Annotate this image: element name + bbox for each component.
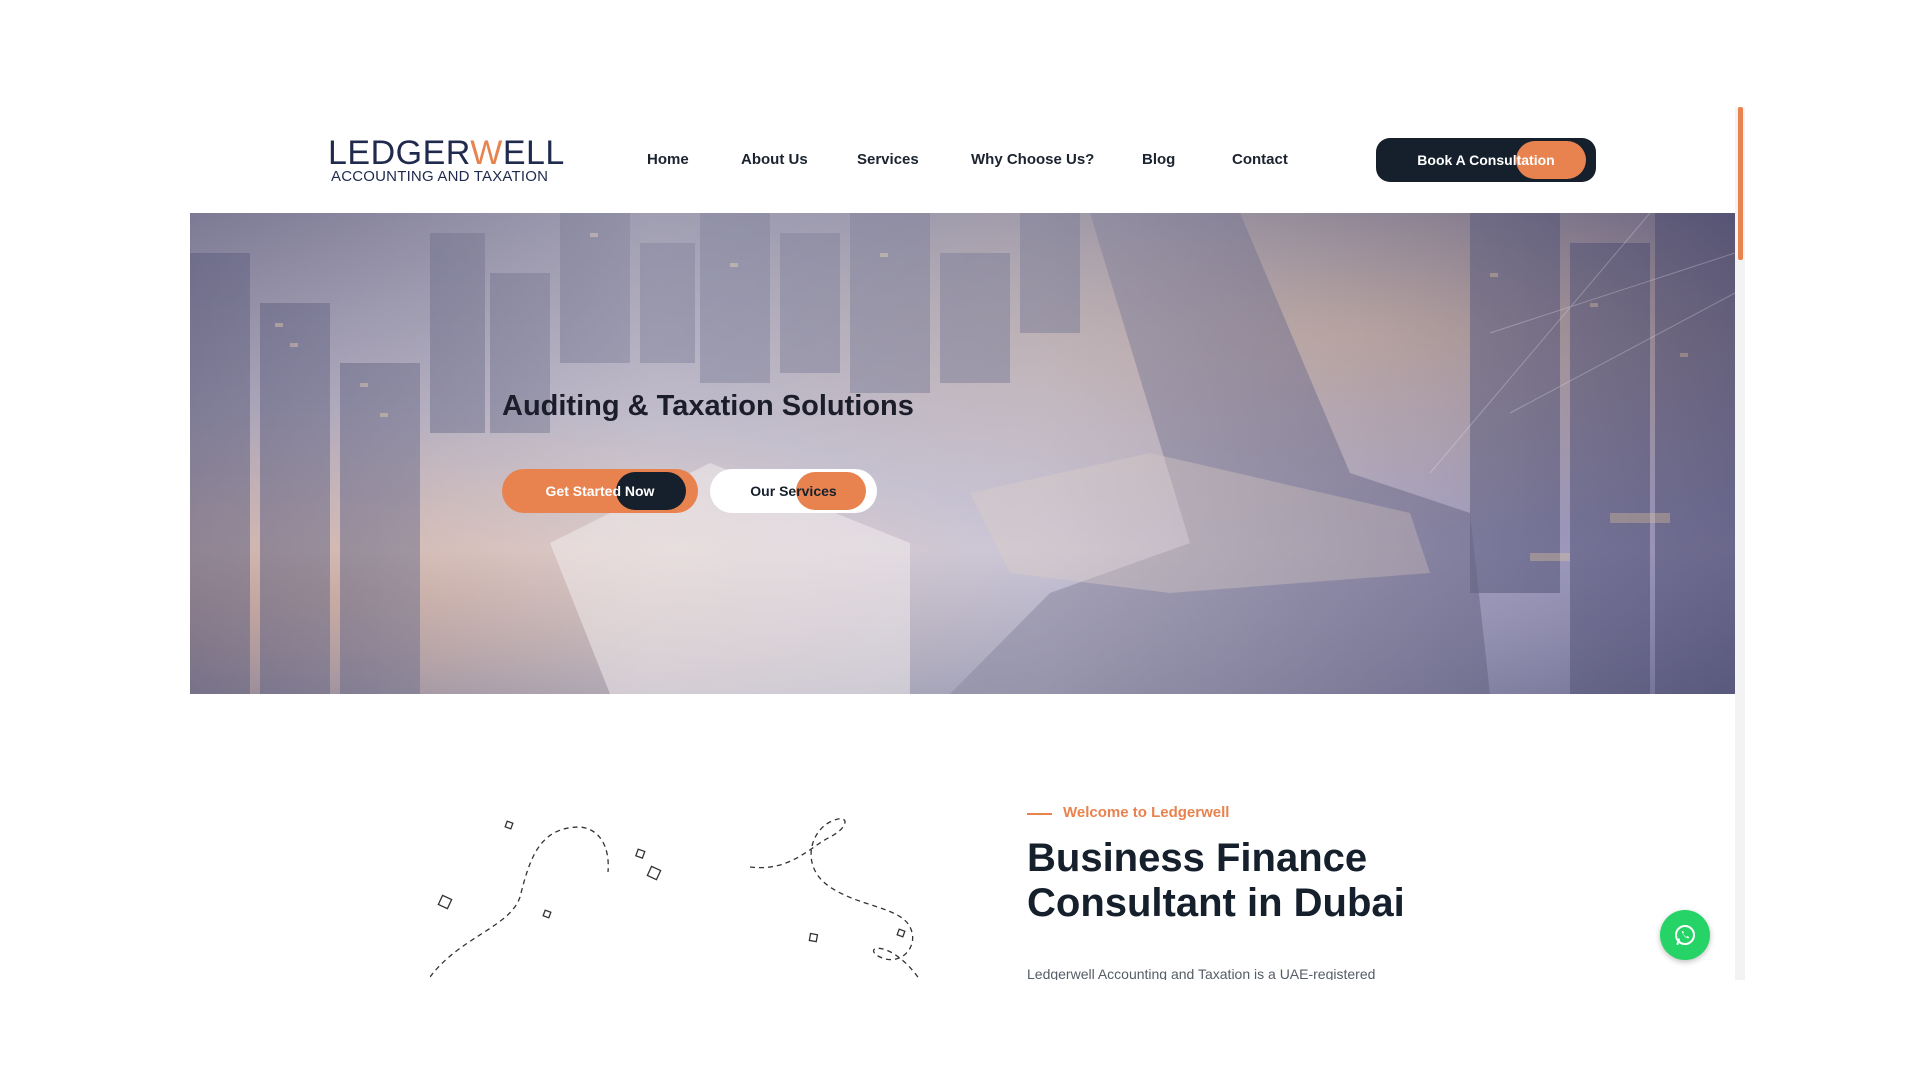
book-consultation-label: Book A Consultation	[1417, 152, 1555, 168]
whatsapp-chat-button[interactable]	[1660, 910, 1710, 960]
section-title: Business Finance Consultant in Dubai	[1027, 836, 1547, 926]
decorative-doodle-lines	[430, 818, 921, 980]
hero-title: Auditing & Taxation Solutions	[502, 390, 914, 422]
nav-item-contact[interactable]: Contact	[1232, 151, 1288, 168]
book-consultation-button[interactable]: Book A Consultation	[1376, 138, 1596, 182]
our-services-button[interactable]: Our Services	[710, 469, 877, 513]
hero-overlay	[190, 213, 1735, 694]
page-scrollbar[interactable]	[1735, 107, 1745, 980]
welcome-kicker: Welcome to Ledgerwell	[1063, 804, 1230, 821]
nav-item-blog[interactable]: Blog	[1142, 151, 1175, 168]
whatsapp-icon	[1675, 925, 1695, 945]
logo-tagline: ACCOUNTING AND TAXATION	[331, 168, 549, 185]
our-services-label: Our Services	[750, 483, 837, 499]
browser-viewport: LEDGERWELL ACCOUNTING AND TAXATION Home …	[190, 107, 1745, 980]
site-header: LEDGERWELL ACCOUNTING AND TAXATION Home …	[190, 107, 1735, 213]
logo-wordmark: LEDGERWELL	[328, 134, 565, 172]
nav-item-about-us[interactable]: About Us	[741, 151, 808, 168]
get-started-button[interactable]: Get Started Now	[502, 469, 698, 513]
section-title-line-1: Business Finance	[1027, 836, 1368, 880]
nav-item-services[interactable]: Services	[857, 151, 919, 168]
scrollbar-thumb[interactable]	[1738, 107, 1743, 260]
kicker-accent-line	[1027, 813, 1052, 815]
nav-item-why-choose-us[interactable]: Why Choose Us?	[971, 151, 1094, 168]
logo[interactable]: LEDGERWELL ACCOUNTING AND TAXATION	[328, 135, 564, 187]
section-title-line-2: Consultant in Dubai	[1027, 881, 1405, 925]
hero-banner: Auditing & Taxation Solutions Get Starte…	[190, 213, 1735, 694]
nav-item-home[interactable]: Home	[647, 151, 689, 168]
get-started-label: Get Started Now	[545, 483, 655, 499]
section-intro-text: Ledgerwell Accounting and Taxation is a …	[1027, 966, 1376, 980]
